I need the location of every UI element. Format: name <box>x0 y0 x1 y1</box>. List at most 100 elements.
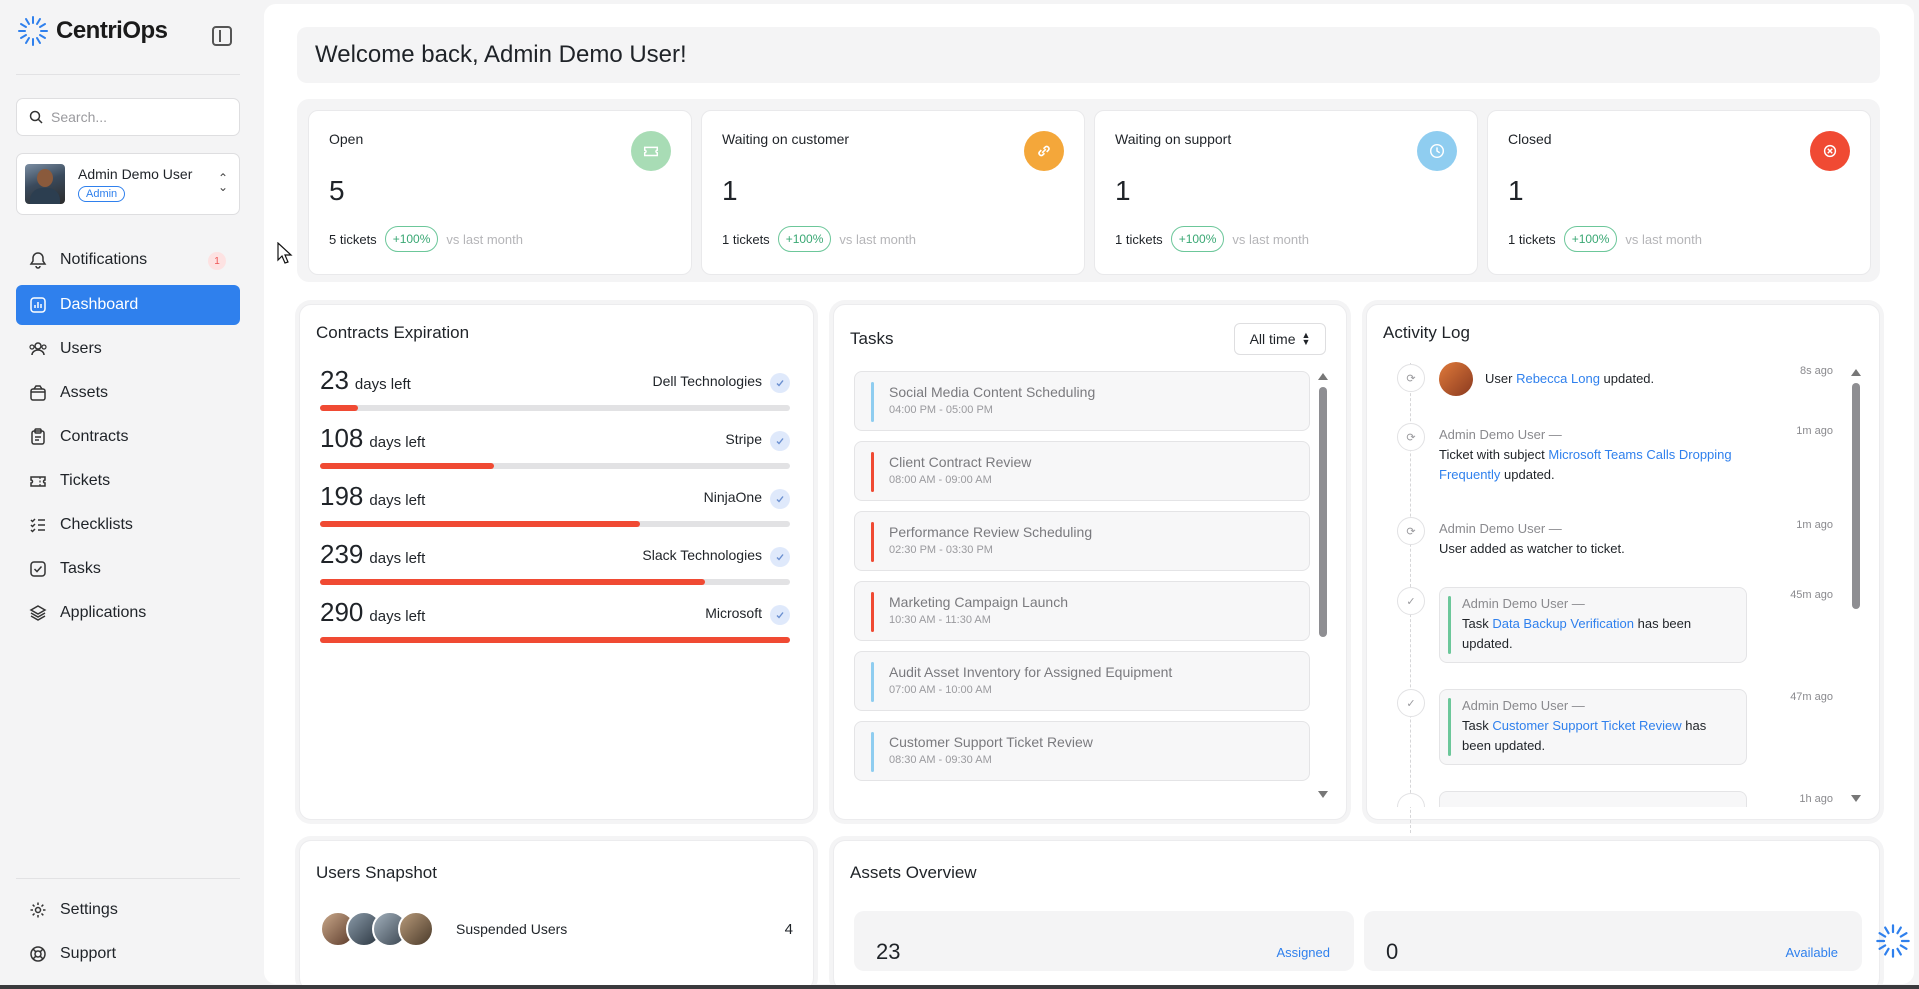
days-label: days left <box>369 492 426 509</box>
divider <box>16 878 240 879</box>
task-item[interactable]: Customer Support Ticket Review 08:30 AM -… <box>854 721 1310 781</box>
activity-time: 1m ago <box>1796 519 1833 531</box>
sidebar-item-label: Dashboard <box>60 296 139 313</box>
sidebar-item-dashboard[interactable]: Dashboard <box>16 285 240 325</box>
task-list: Social Media Content Scheduling 04:00 PM … <box>854 371 1310 799</box>
bell-icon <box>29 252 47 269</box>
checkbox-icon <box>30 561 46 577</box>
scrollbar-thumb[interactable] <box>1852 383 1860 609</box>
avatar <box>25 164 65 204</box>
stat-label: Waiting on customer <box>722 131 850 147</box>
sidebar-item-settings[interactable]: Settings <box>16 890 240 930</box>
users-snapshot-panel: Users Snapshot Suspended Users 4 <box>299 840 814 989</box>
stat-card-open[interactable]: Open 5 5 tickets +100% vs last month <box>308 110 692 275</box>
asset-card-assigned[interactable]: 23 Assigned <box>854 911 1354 971</box>
sidebar-item-checklists[interactable]: Checklists <box>16 505 240 545</box>
task-color-bar <box>871 732 874 772</box>
contract-row[interactable]: 239 days left Slack Technologies <box>320 539 790 589</box>
contract-row[interactable]: 290 days left Microsoft <box>320 597 790 647</box>
activity-link[interactable]: Customer Support Ticket Review <box>1492 718 1681 733</box>
activity-panel: Activity Log ⟳ User Rebecca Long updated… <box>1366 304 1880 833</box>
suspended-users-label: Suspended Users <box>456 921 568 937</box>
stat-tickets: 1 tickets <box>1115 231 1163 247</box>
sidebar-item-tasks[interactable]: Tasks <box>16 549 240 589</box>
contract-vendor: Microsoft <box>705 605 762 621</box>
help-widget-icon[interactable] <box>1874 922 1912 960</box>
activity-link[interactable]: Rebecca Long <box>1516 371 1600 386</box>
gear-icon <box>30 902 46 918</box>
sidebar-item-users[interactable]: Users <box>16 329 240 369</box>
search-input[interactable] <box>51 109 221 125</box>
stat-value: 1 <box>1115 175 1131 206</box>
asset-label[interactable]: Available <box>1785 945 1838 960</box>
scroll-up-icon[interactable] <box>1318 373 1328 380</box>
comparison-text: vs last month <box>839 231 916 247</box>
taskbar-edge <box>0 985 1919 989</box>
task-time: 02:30 PM - 03:30 PM <box>889 544 993 556</box>
chevron-up-down-icon: ▲ ▼ <box>1301 330 1311 347</box>
stat-card-waiting-on-support[interactable]: Waiting on support 1 1 tickets +100% vs … <box>1094 110 1478 275</box>
task-item[interactable]: Audit Asset Inventory for Assigned Equip… <box>854 651 1310 711</box>
sidebar-item-notifications[interactable]: Notifications 1 <box>16 240 240 280</box>
lifebuoy-icon <box>30 946 46 962</box>
change-badge: +100% <box>1170 226 1225 252</box>
collapse-sidebar-icon[interactable] <box>212 26 232 46</box>
user-switcher[interactable]: Admin Demo User Admin ⌃ ⌄ <box>16 153 240 215</box>
sidebar-item-tickets[interactable]: Tickets <box>16 461 240 501</box>
contracts-panel: Contracts Expiration 23 days left Dell Tec… <box>299 304 814 820</box>
clock-icon <box>1417 131 1457 171</box>
activity-card: Admin Demo User — Task Data Backup Verif… <box>1439 587 1747 663</box>
time-filter-value: All time <box>1249 331 1296 347</box>
check-icon <box>770 489 790 509</box>
chevron-up-down-icon: ⌃ ⌄ <box>218 171 229 194</box>
task-item[interactable]: Marketing Campaign Launch 10:30 AM - 11:3… <box>854 581 1310 641</box>
check-icon <box>770 373 790 393</box>
app-logo[interactable]: CentriOps <box>16 14 168 48</box>
sidebar-item-applications[interactable]: Applications <box>16 593 240 633</box>
task-item[interactable]: Performance Review Scheduling 02:30 PM - … <box>854 511 1310 571</box>
days-value: 23 <box>320 365 349 395</box>
task-item[interactable]: Social Media Content Scheduling 04:00 PM … <box>854 371 1310 431</box>
asset-label[interactable]: Assigned <box>1277 945 1330 960</box>
sidebar-item-assets[interactable]: Assets <box>16 373 240 413</box>
scroll-down-icon[interactable] <box>1318 791 1328 798</box>
users-icon <box>29 342 47 356</box>
avatar-group <box>320 911 434 947</box>
stat-card-closed[interactable]: Closed 1 1 tickets +100% vs last month <box>1487 110 1871 275</box>
task-title: Client Contract Review <box>889 454 1032 470</box>
time-filter-select[interactable]: All time ▲ ▼ <box>1234 323 1326 355</box>
asset-card-available[interactable]: 0 Available <box>1364 911 1862 971</box>
contract-days: 23 days left <box>320 365 411 396</box>
stat-footer: 5 tickets +100% vs last month <box>329 226 523 252</box>
sidebar-item-label: Tasks <box>60 560 101 577</box>
sidebar-item-contracts[interactable]: Contracts <box>16 417 240 457</box>
task-color-bar <box>871 522 874 562</box>
contract-progress-fill <box>320 521 640 527</box>
sidebar-item-support[interactable]: Support <box>16 934 240 974</box>
panel-title: Activity Log <box>1383 323 1470 342</box>
scroll-down-icon[interactable] <box>1851 795 1861 802</box>
scrollbar-thumb[interactable] <box>1319 387 1327 637</box>
stat-label: Open <box>329 131 364 147</box>
stat-label: Waiting on support <box>1115 131 1232 147</box>
contract-row[interactable]: 198 days left NinjaOne <box>320 481 790 531</box>
check-icon <box>770 605 790 625</box>
task-time: 08:00 AM - 09:00 AM <box>889 474 992 486</box>
activity-link[interactable]: Data Backup Verification <box>1492 616 1634 631</box>
welcome-banner: Welcome back, Admin Demo User! <box>297 27 1880 83</box>
days-label: days left <box>369 608 426 625</box>
contract-progress-fill <box>320 637 790 643</box>
comparison-text: vs last month <box>1625 231 1702 247</box>
task-item[interactable]: Client Contract Review 08:00 AM - 09:00 A… <box>854 441 1310 501</box>
scroll-up-icon[interactable] <box>1851 369 1861 376</box>
contract-progress-fill <box>320 579 706 585</box>
contract-row[interactable]: 23 days left Dell Technologies <box>320 365 790 415</box>
stat-card-waiting-on-customer[interactable]: Waiting on customer 1 1 tickets +100% vs… <box>701 110 1085 275</box>
search-box[interactable] <box>16 98 240 136</box>
task-title: Performance Review Scheduling <box>889 524 1093 540</box>
contract-row[interactable]: 108 days left Stripe <box>320 423 790 473</box>
avatar <box>1439 362 1473 396</box>
refresh-icon: ⟳ <box>1397 364 1425 392</box>
contract-progress-track <box>320 463 790 469</box>
contract-days: 290 days left <box>320 597 425 628</box>
